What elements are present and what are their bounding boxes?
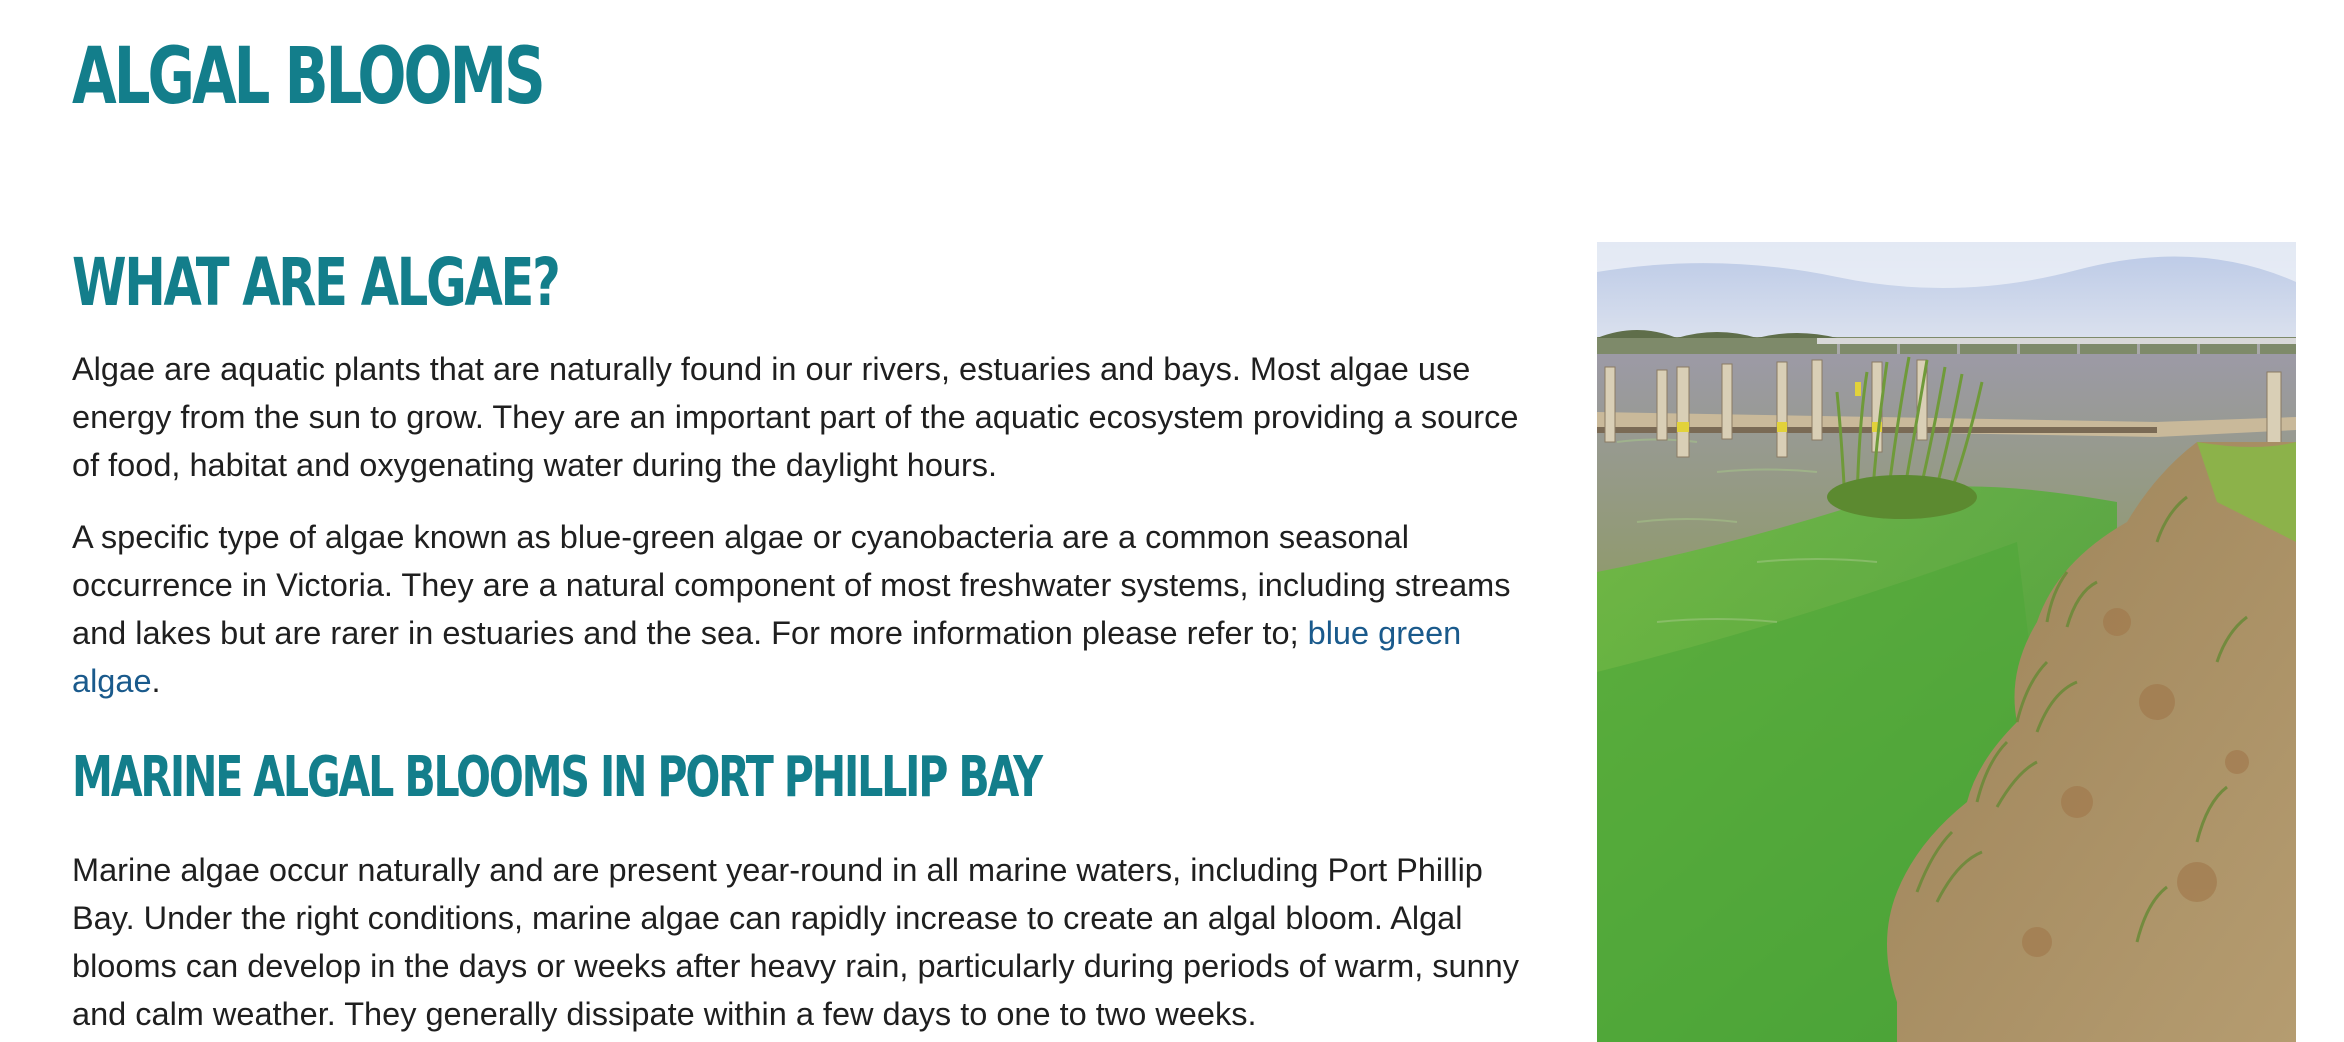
paragraph-blue-green-end: . — [151, 663, 161, 699]
algal-bloom-illustration — [1597, 242, 2296, 1042]
section-heading-what-are-algae: WHAT ARE ALGAE? — [72, 244, 561, 321]
paragraph-marine-algae: Marine algae occur naturally and are pre… — [72, 852, 1519, 1032]
section-heading-marine-algal-blooms: MARINE ALGAL BLOOMS IN PORT PHILLIP BAY — [72, 745, 1043, 810]
page: ALGAL BLOOMS WHAT ARE ALGAE? Algae are a… — [72, 0, 2296, 1042]
page-title: ALGAL BLOOMS — [72, 32, 546, 122]
paragraph-blue-green-algae: A specific type of algae known as blue-g… — [72, 513, 1532, 705]
algal-bloom-photo — [1597, 242, 2296, 1042]
paragraph-blue-green-text: A specific type of algae known as blue-g… — [72, 519, 1511, 651]
paragraph-algae-intro: Algae are aquatic plants that are natura… — [72, 351, 1519, 483]
